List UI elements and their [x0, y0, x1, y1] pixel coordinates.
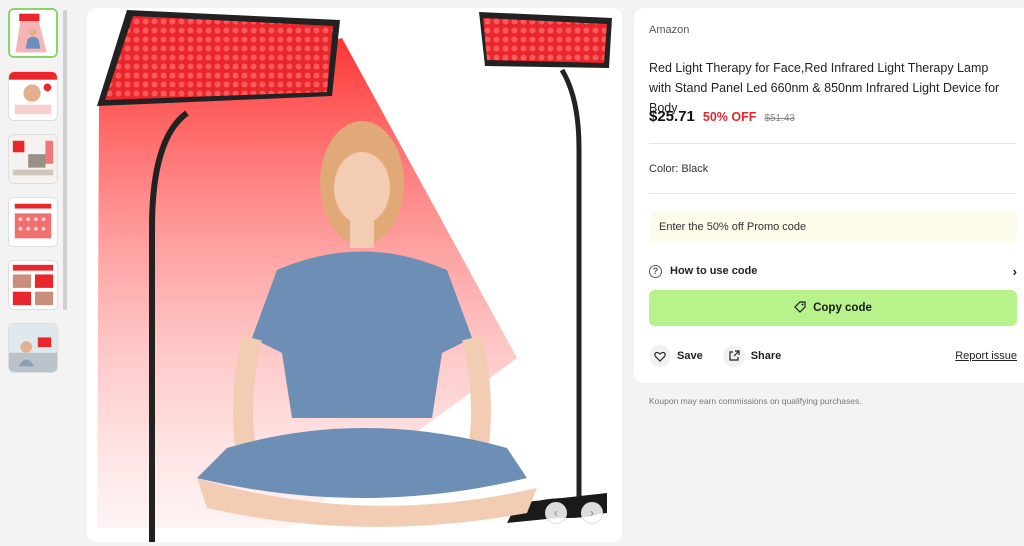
chevron-left-icon: ‹ — [554, 506, 558, 520]
chevron-right-icon: › — [1012, 263, 1017, 279]
original-price: $51.43 — [764, 113, 795, 124]
store-name: Amazon — [649, 24, 690, 36]
product-info-panel: Amazon Red Light Therapy for Face,Red In… — [634, 8, 1024, 383]
main-product-image: ‹ › — [87, 8, 622, 542]
color-label: Color: Black — [649, 163, 709, 175]
divider — [649, 193, 1016, 194]
how-to-use-code-row[interactable]: ? How to use code › — [649, 263, 1017, 279]
chevron-right-icon: › — [590, 506, 594, 520]
thumbnail-4[interactable] — [8, 197, 58, 247]
thumbnail-5[interactable] — [8, 260, 58, 310]
thumbnail-list — [8, 8, 60, 386]
help-icon: ? — [649, 264, 662, 278]
previous-image-button[interactable]: ‹ — [545, 502, 567, 524]
next-image-button[interactable]: › — [581, 502, 603, 524]
save-label: Save — [677, 350, 703, 362]
thumbnail-scrollbar[interactable] — [63, 10, 67, 310]
copy-code-button[interactable]: Copy code — [649, 290, 1017, 326]
action-row: Save Share Report issue — [649, 345, 1017, 367]
discount-badge: 50% OFF — [702, 110, 757, 124]
how-to-use-code-label: How to use code — [670, 265, 758, 277]
copy-code-label: Copy code — [813, 302, 872, 314]
thumbnail-3[interactable] — [8, 134, 58, 184]
price-row: $25.71 50% OFF $51.43 — [649, 108, 795, 125]
promo-instruction: Enter the 50% off Promo code — [649, 212, 1017, 242]
share-label: Share — [750, 350, 782, 362]
thumbnail-2[interactable] — [8, 71, 58, 121]
commission-disclaimer: Koupon may earn commissions on qualifyin… — [649, 396, 862, 406]
tag-icon — [794, 300, 806, 316]
report-issue-link[interactable]: Report issue — [955, 350, 1017, 362]
thumbnail-1[interactable] — [8, 8, 58, 58]
share-icon — [722, 345, 745, 367]
save-button[interactable]: Save — [649, 345, 703, 367]
current-price: $25.71 — [649, 108, 695, 125]
share-button[interactable]: Share — [722, 345, 782, 367]
thumbnail-6[interactable] — [8, 323, 58, 373]
divider — [649, 143, 1016, 144]
heart-icon — [649, 345, 671, 367]
